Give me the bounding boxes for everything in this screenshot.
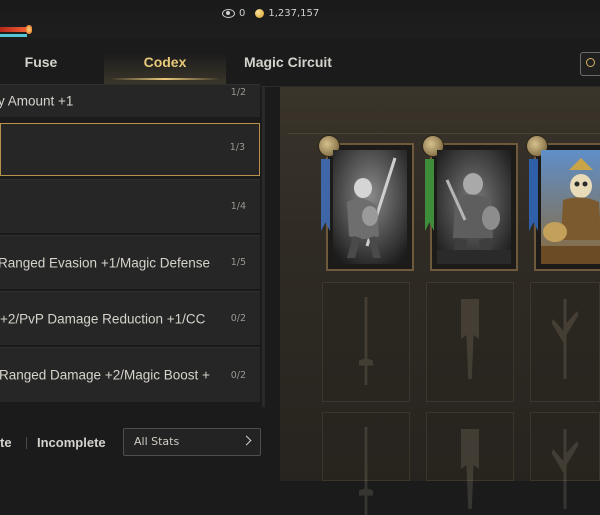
- eye-icon: [222, 8, 235, 18]
- codex-list: y Amount +1 1/2 1/3 1/4 Ranged Evasion +…: [0, 84, 262, 407]
- codex-item-label: Ranged Damage +2/Magic Boost +: [0, 367, 210, 383]
- codex-item-label: +2/PvP Damage Reduction +1/CC: [0, 311, 206, 326]
- codex-item-count: 1/4: [230, 201, 246, 212]
- banner-icon: [461, 429, 479, 509]
- codex-card-2[interactable]: [422, 135, 518, 271]
- currency-display: 0 1,237,157: [222, 6, 319, 20]
- codex-slot-5[interactable]: [426, 412, 514, 509]
- codex-item-count: 1/2: [230, 87, 246, 98]
- mp-bar: [0, 34, 27, 37]
- gold-amount: 1,237,157: [268, 7, 320, 19]
- codex-item-6[interactable]: Ranged Damage +2/Magic Boost + 0/2: [0, 347, 260, 403]
- codex-slot-6[interactable]: [530, 412, 600, 509]
- filter-bar: te Incomplete All Stats: [0, 410, 268, 481]
- codex-item-count: 0/2: [230, 313, 246, 324]
- stat-filter-value: All Stats: [134, 435, 180, 448]
- codex-item-2-selected[interactable]: 1/3: [0, 123, 260, 176]
- codex-slot-tree[interactable]: [530, 282, 600, 402]
- codex-slot-sword[interactable]: [322, 282, 410, 402]
- tree-icon: [551, 299, 579, 379]
- codex-item-label: Ranged Evasion +1/Magic Defense: [0, 255, 211, 270]
- codex-item-count: 1/5: [230, 257, 246, 268]
- tab-bar: Fuse Codex Magic Circuit: [0, 38, 600, 87]
- watch-count: 0: [239, 7, 246, 19]
- codex-slot-4[interactable]: [322, 412, 410, 515]
- codex-slot-banner[interactable]: [426, 282, 514, 402]
- codex-item-count: 0/2: [230, 370, 246, 381]
- card-art-knight: [333, 150, 407, 264]
- filter-complete[interactable]: te: [0, 435, 12, 450]
- list-scrollbar[interactable]: [262, 87, 265, 407]
- tab-magic-circuit[interactable]: Magic Circuit: [240, 38, 336, 86]
- codex-item-4[interactable]: Ranged Evasion +1/Magic Defense 1/5: [0, 235, 260, 290]
- codex-card-3[interactable]: [526, 135, 600, 271]
- stat-filter-dropdown[interactable]: All Stats: [123, 428, 261, 456]
- tree-icon: [551, 429, 579, 509]
- card-banner: [321, 159, 330, 231]
- coin-icon: [255, 8, 265, 18]
- filter-divider: [26, 437, 27, 449]
- codex-item-count: 1/3: [229, 142, 245, 153]
- tab-fuse[interactable]: Fuse: [0, 38, 82, 86]
- codex-card-1[interactable]: [318, 135, 414, 271]
- filter-incomplete[interactable]: Incomplete: [37, 435, 106, 450]
- card-banner: [425, 159, 434, 231]
- codex-item-3[interactable]: 1/4: [0, 179, 260, 234]
- card-art-warrior: [437, 150, 511, 264]
- codex-item-label: y Amount +1: [0, 93, 74, 109]
- card-banner: [529, 159, 538, 231]
- sword-icon: [359, 427, 373, 515]
- card-art-skeleton: [541, 150, 600, 264]
- search-button[interactable]: [580, 52, 600, 76]
- banner-icon: [461, 299, 479, 379]
- top-bar: 0 1,237,157: [0, 0, 600, 38]
- codex-item-5[interactable]: +2/PvP Damage Reduction +1/CC 0/2: [0, 291, 260, 346]
- hp-bar-cap: [26, 25, 32, 34]
- search-icon: [586, 58, 595, 67]
- chevron-right-icon: [241, 435, 252, 446]
- tab-codex[interactable]: Codex: [104, 38, 226, 86]
- sword-icon: [359, 297, 373, 385]
- codex-item-1[interactable]: y Amount +1 1/2: [0, 84, 260, 118]
